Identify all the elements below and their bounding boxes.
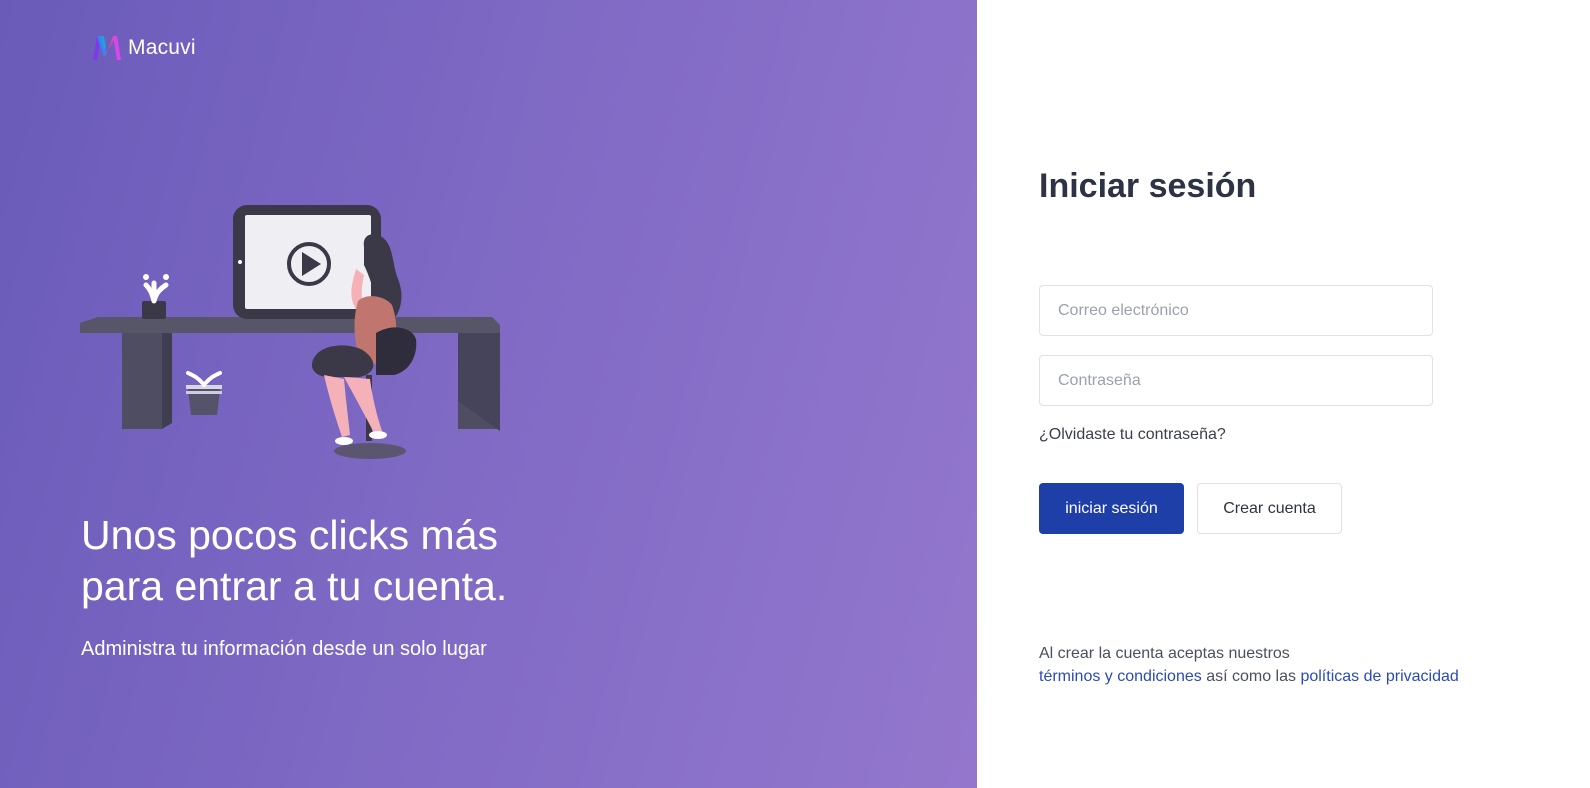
login-panel: Iniciar sesión ¿Olvidaste tu contraseña?… — [977, 0, 1590, 788]
password-field[interactable] — [1039, 355, 1433, 406]
login-page: Macuvi Unos pocos clicks más para entrar… — [0, 0, 1590, 788]
email-field[interactable] — [1039, 285, 1433, 336]
hero-panel: Macuvi Unos pocos clicks más para entrar… — [0, 0, 977, 788]
brand-logo[interactable]: Macuvi — [92, 35, 196, 61]
terms-intro-text: Al crear la cuenta aceptas nuestros — [1039, 645, 1290, 662]
privacy-link[interactable]: políticas de privacidad — [1300, 668, 1458, 685]
terms-notice: Al crear la cuenta aceptas nuestros térm… — [1039, 642, 1579, 688]
login-button[interactable]: iniciar sesión — [1039, 483, 1184, 534]
create-account-button[interactable]: Crear cuenta — [1197, 483, 1342, 534]
desk-video-illustration — [80, 205, 500, 459]
terms-link[interactable]: términos y condiciones — [1039, 668, 1202, 685]
brand-name: Macuvi — [128, 36, 196, 59]
login-title: Iniciar sesión — [1039, 167, 1257, 205]
terms-middle-text: así como las — [1201, 668, 1301, 685]
forgot-password-link[interactable]: ¿Olvidaste tu contraseña? — [1039, 426, 1226, 444]
hero-subline: Administra tu información desde un solo … — [81, 638, 487, 660]
macuvi-logo-icon — [93, 36, 121, 60]
hero-headline: Unos pocos clicks más para entrar a tu c… — [81, 512, 508, 609]
